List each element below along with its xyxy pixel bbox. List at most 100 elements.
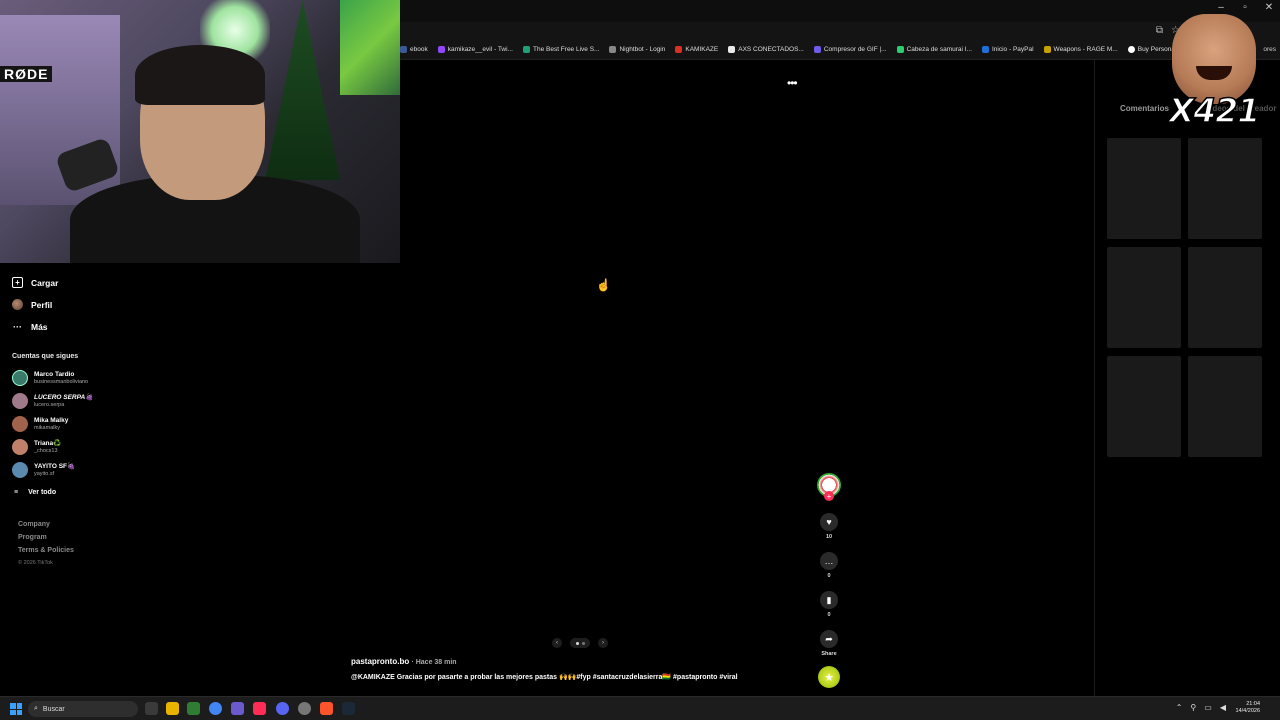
close-window-button[interactable]: ✕ [1264,2,1274,13]
bookmark-item[interactable]: The Best Free Live S... [522,46,599,53]
heart-icon[interactable]: ♥ [820,513,838,531]
following-account[interactable]: YAYITO SF🍇 yayito.sf [12,462,75,478]
avatar [12,462,28,478]
video-author[interactable]: pastapronto.bo [351,657,409,666]
follow-plus-icon[interactable]: + [824,491,834,501]
bookmark-item[interactable]: Cabeza de samurai I... [896,46,972,53]
tab-comments[interactable]: Comentarios [1120,104,1169,113]
like-count: 10 [825,534,833,540]
discord-icon[interactable] [276,702,289,715]
video-options-icon[interactable]: ••• [787,76,798,90]
christmas-tree [265,0,340,180]
window-controls: – ▫ ✕ [1216,2,1274,13]
bookmark-item[interactable]: kamikaze__evil - Twi... [437,46,513,53]
bookmark-favicon-icon [1043,46,1051,53]
app-icon[interactable] [231,702,244,715]
video-thumbnail[interactable] [1188,356,1262,457]
bookmark-icon[interactable]: ▮ [820,591,838,609]
taskbar-clock[interactable]: 21:04 14/4/2026 [1236,701,1260,715]
following-account[interactable]: Mika Malky mikamalky [12,416,68,432]
carousel-prev-button[interactable]: ‹ [552,638,562,648]
minimize-button[interactable]: – [1216,2,1226,13]
following-account[interactable]: Triana♻️ _chocs13 [12,439,61,455]
following-account[interactable]: Marco Tardio businessmanboliviano [12,370,88,386]
copyright: © 2026 TikTok [18,560,53,566]
comment-action: … 0 [820,552,838,579]
bookmark-item[interactable]: Compresor de GIF |... [813,46,887,53]
video-thumbnail[interactable] [1188,247,1262,348]
mouse-cursor-icon: ☝ [596,278,611,292]
streamer-webcam: RØDE [0,0,400,263]
bookmark-favicon-icon [437,46,445,53]
chevron-up-icon[interactable]: ⌃ [1176,703,1183,712]
right-panel: Comentarios Videos del creador [1094,60,1280,696]
comment-count: 0 [827,573,831,579]
list-icon: ≡ [14,489,19,496]
bookmark-item[interactable]: Weapons - RAGE M... [1043,46,1118,53]
music-disc-icon[interactable]: ★ [818,666,840,688]
bookmark-favicon-icon [522,46,530,53]
bookmark-favicon-icon [400,46,407,53]
comment-icon[interactable]: … [820,552,838,570]
steam-icon[interactable] [342,702,355,715]
chrome-icon[interactable] [209,702,222,715]
brave-icon[interactable] [320,702,333,715]
search-icon: ⌕ [34,705,38,712]
bookmark-item[interactable]: AXS CONECTADOS... [728,46,804,53]
bookmark-favicon-icon [675,46,683,53]
carousel-indicator [570,638,590,648]
share-icon[interactable]: ➦ [820,630,838,648]
bookmark-item[interactable]: ebook [400,46,428,53]
footer-link-company[interactable]: Company [18,521,50,528]
bookmarks-more[interactable]: ores [1263,46,1276,53]
video-author-line: pastapronto.bo · Hace 38 min [351,657,457,666]
volume-icon[interactable]: ◀ [1220,703,1226,712]
more-dots-icon: ··· [13,321,22,332]
video-thumbnail[interactable] [1188,138,1262,239]
carousel-next-button[interactable]: › [598,638,608,648]
avatar [12,370,28,386]
streamer-hair [135,45,265,105]
video-caption: @KAMIKAZE Gracias por pasarte a probar l… [351,674,738,681]
video-thumbnail[interactable] [1107,247,1181,348]
video-thumbnail[interactable] [1107,356,1181,457]
tiktok-icon[interactable] [253,702,266,715]
upload-icon: + [12,277,23,288]
sidebar-item-more[interactable]: ··· Más [12,321,48,332]
photo-carousel-controls: ‹ › [552,638,608,648]
following-account[interactable]: LUCERO SERPA🍇 lucero.serpa [12,393,93,409]
save-action: ▮ 0 [820,591,838,618]
network-icon[interactable]: ▭ [1204,703,1212,712]
share-action: ➦ Share [820,630,838,657]
sidebar-item-profile[interactable]: Perfil [12,299,52,310]
footer-link-program[interactable]: Program [18,534,47,541]
following-section-title: Cuentas que sigues [12,353,79,360]
see-all-button[interactable]: ≡ Ver todo [14,489,56,496]
footer-link-terms[interactable]: Terms & Policies [18,547,74,554]
windows-start-icon[interactable] [10,703,22,715]
maximize-button[interactable]: ▫ [1240,2,1250,13]
store-icon[interactable] [187,702,200,715]
sidebar-item-upload[interactable]: + Cargar [12,277,58,288]
mic-brand-label: RØDE [0,66,53,82]
bookmark-favicon-icon [609,46,617,53]
cast-icon[interactable]: ⧉ [1156,25,1163,36]
profile-avatar-icon [12,299,23,310]
bookmark-favicon-icon [1127,46,1135,53]
task-view-icon[interactable] [145,702,158,715]
video-thumbnail[interactable] [1107,138,1181,239]
bookmark-item[interactable]: KAMIKAZE [675,46,718,53]
system-tray: ⌃ ⚲ ▭ ◀ [1176,703,1226,712]
windows-taskbar: ⌕ Buscar ⌃ ⚲ ▭ ◀ 21:04 14/4/2026 [0,696,1280,720]
save-count: 0 [827,612,831,618]
avatar [12,439,28,455]
location-icon[interactable]: ⚲ [1190,703,1196,712]
obs-icon[interactable] [298,702,311,715]
bookmark-item[interactable]: Inicio - PayPal [982,46,1034,53]
bookmark-favicon-icon [728,46,736,53]
file-explorer-icon[interactable] [166,702,179,715]
bookmark-item[interactable]: Nightbot - Login [609,46,665,53]
taskbar-search[interactable]: ⌕ Buscar [28,701,138,717]
bookmark-favicon-icon [813,46,821,53]
bookmark-favicon-icon [896,46,904,53]
